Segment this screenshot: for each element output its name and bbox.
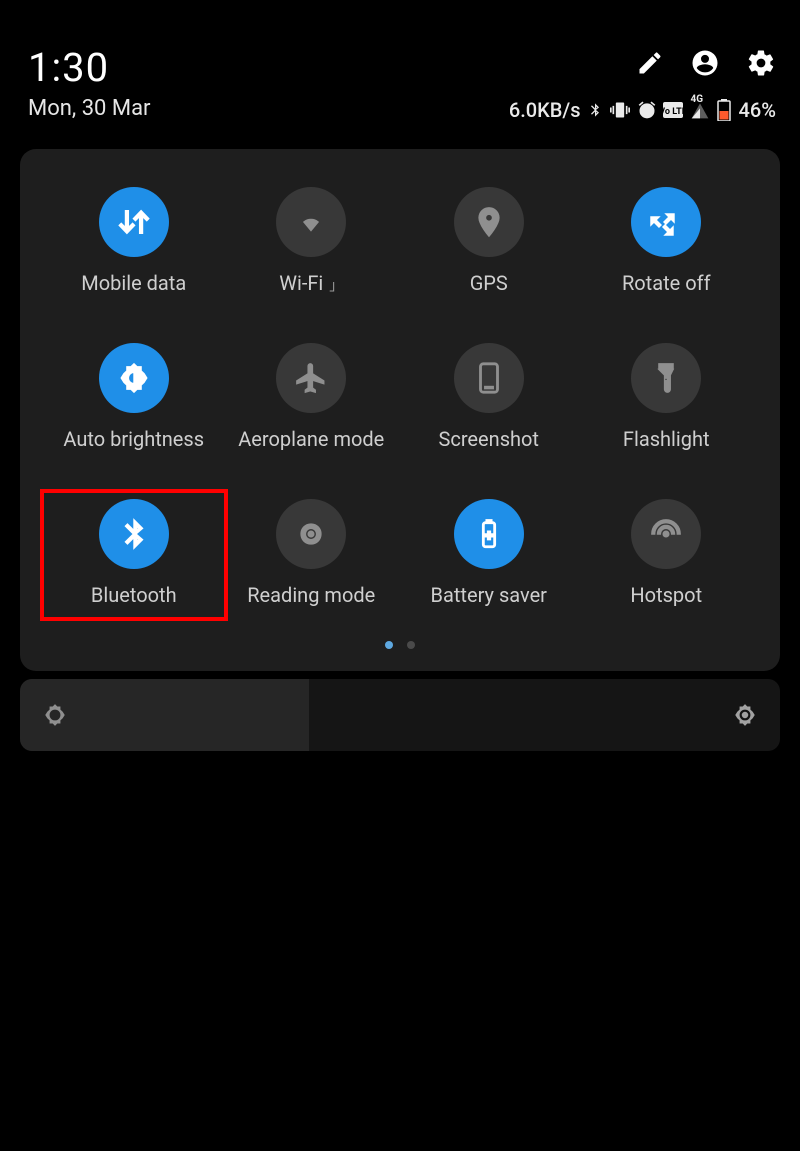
page-indicator — [50, 641, 750, 649]
net-speed: 6.0KB/s — [509, 98, 581, 122]
hotspot-icon — [649, 517, 683, 551]
qs-tile-bluetooth[interactable]: Bluetooth — [40, 489, 228, 621]
signal-status-icon: 4G — [689, 100, 711, 120]
qs-tile-label: Reading mode — [247, 583, 375, 607]
battery-saver-icon — [472, 517, 506, 551]
edit-icon[interactable] — [636, 49, 664, 77]
page-dot — [385, 641, 393, 649]
reading-icon — [294, 517, 328, 551]
qs-tile-label: Wi-Fi」 — [279, 271, 343, 295]
qs-tile-label: Mobile data — [81, 271, 186, 295]
qs-tile-rotate-off[interactable]: Rotate off — [583, 187, 751, 295]
airplane-icon — [294, 361, 328, 395]
gps-icon — [472, 205, 506, 239]
bluetooth-icon — [117, 517, 151, 551]
qs-tile-gps[interactable]: GPS — [405, 187, 573, 295]
brightness-icon — [117, 361, 151, 395]
settings-gear-icon[interactable] — [746, 48, 776, 78]
qs-tile-reading-mode[interactable]: Reading mode — [228, 499, 396, 607]
qs-tile-label: Hotspot — [630, 583, 702, 607]
flashlight-icon — [649, 361, 683, 395]
qs-tile-label: Flashlight — [623, 427, 710, 451]
qs-tile-wi-fi[interactable]: Wi-Fi」 — [228, 187, 396, 295]
qs-tile-label: Screenshot — [439, 427, 539, 451]
rotate-icon — [649, 205, 683, 239]
qs-tile-label: Battery saver — [431, 583, 547, 607]
qs-tile-label: Rotate off — [622, 271, 711, 295]
account-icon[interactable] — [690, 48, 720, 78]
status-bar-right: 6.0KB/s Vo LTE 4G 46% — [509, 98, 776, 122]
screenshot-icon — [472, 361, 506, 395]
qs-tile-flashlight[interactable]: Flashlight — [583, 343, 751, 451]
brightness-high-icon — [732, 702, 758, 728]
alarm-status-icon — [637, 100, 657, 120]
brightness-slider[interactable] — [20, 679, 780, 751]
page-dot — [407, 641, 415, 649]
brightness-low-icon — [42, 702, 68, 728]
qs-tile-mobile-data[interactable]: Mobile data — [50, 187, 218, 295]
volte-status-icon: Vo LTE — [663, 102, 683, 118]
battery-status-icon — [717, 99, 731, 121]
qs-tile-screenshot[interactable]: Screenshot — [405, 343, 573, 451]
battery-percent: 46% — [739, 98, 776, 122]
qs-tile-label: Bluetooth — [91, 583, 177, 607]
mobile-data-icon — [117, 205, 151, 239]
qs-tile-aeroplane-mode[interactable]: Aeroplane mode — [228, 343, 396, 451]
qs-tile-label: GPS — [470, 271, 508, 295]
quick-settings-panel: Mobile data Wi-Fi」 GPS Rotate off Auto brigh… — [20, 149, 780, 671]
qs-tile-hotspot[interactable]: Hotspot — [583, 499, 751, 607]
qs-tile-auto-brightness[interactable]: Auto brightness — [50, 343, 218, 451]
wifi-icon — [294, 205, 328, 239]
qs-tile-label: Aeroplane mode — [238, 427, 384, 451]
bluetooth-status-icon — [587, 100, 603, 120]
vibrate-status-icon — [609, 100, 631, 120]
svg-text:Vo LTE: Vo LTE — [663, 107, 683, 117]
qs-tile-label: Auto brightness — [63, 427, 204, 451]
qs-tile-battery-saver[interactable]: Battery saver — [405, 499, 573, 607]
